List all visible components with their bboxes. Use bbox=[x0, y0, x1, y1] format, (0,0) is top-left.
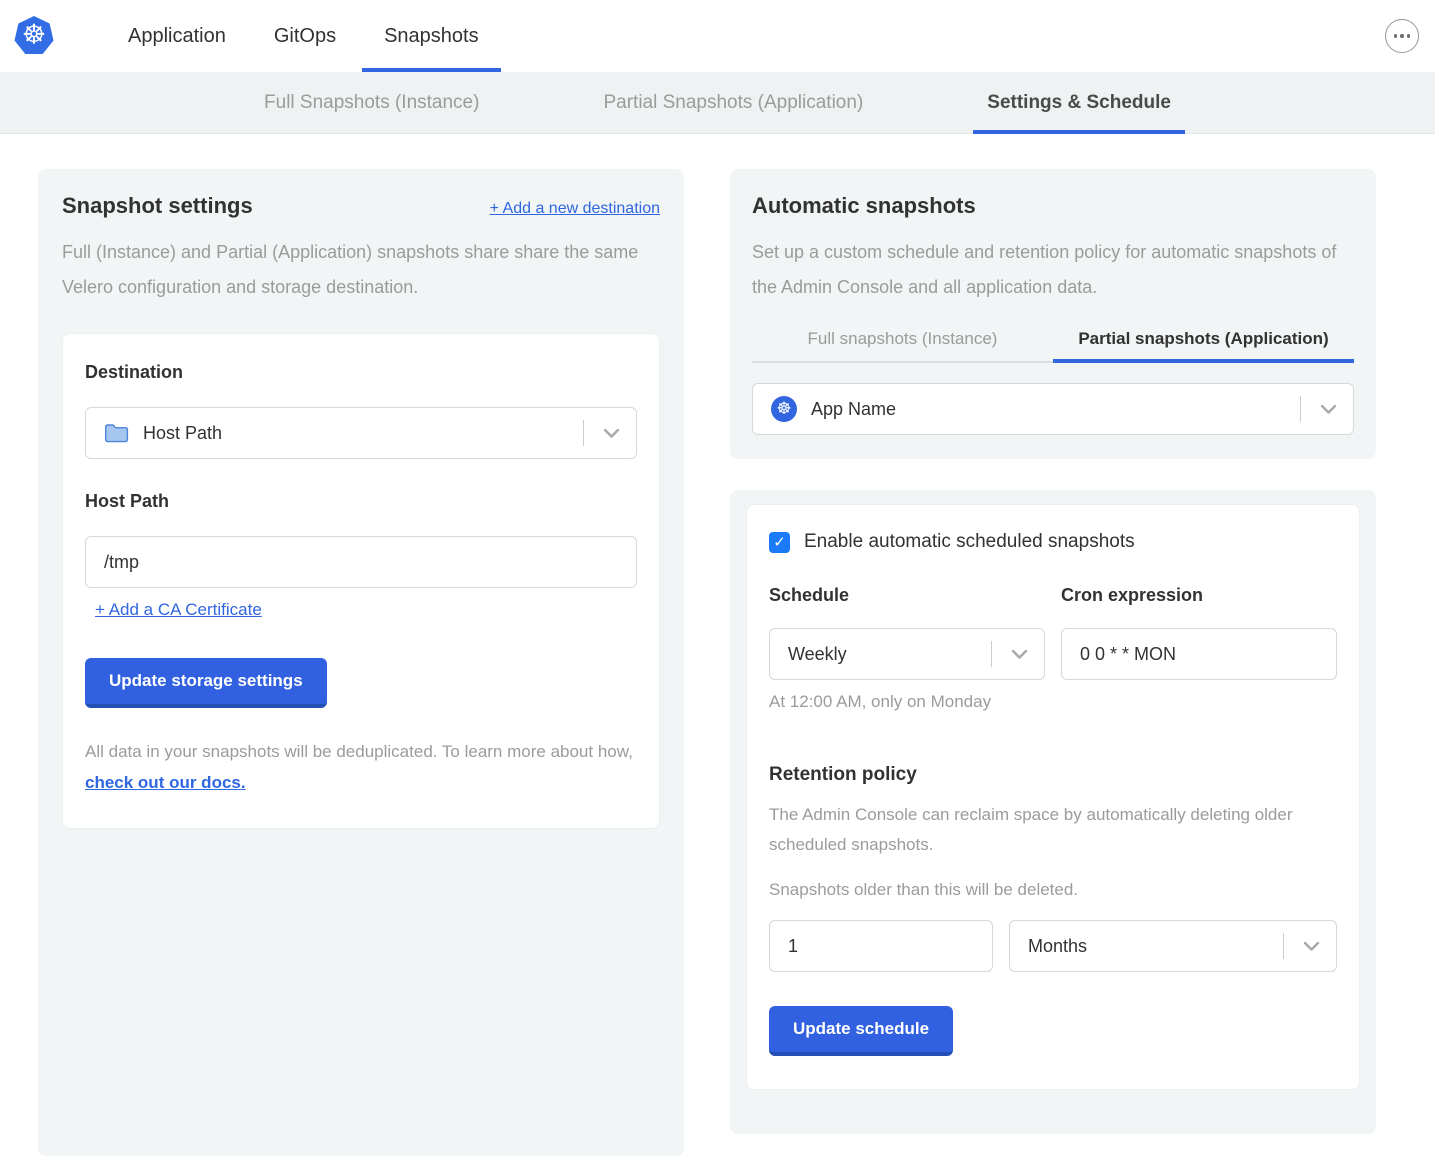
kubernetes-logo-icon[interactable]: ☸ bbox=[14, 14, 54, 58]
automatic-snapshots-panel: Automatic snapshots Set up a custom sche… bbox=[730, 169, 1376, 459]
cron-human-readable: At 12:00 AM, only on Monday bbox=[769, 692, 1045, 712]
overflow-menu-button[interactable] bbox=[1385, 19, 1419, 53]
chevron-down-icon bbox=[1011, 649, 1028, 660]
retention-amount-input[interactable] bbox=[769, 920, 993, 972]
scope-tab-full-instance[interactable]: Full snapshots (Instance) bbox=[752, 329, 1053, 363]
automatic-snapshots-description: Set up a custom schedule and retention p… bbox=[752, 235, 1352, 305]
storage-settings-card: Destination Host Path Host Path bbox=[62, 333, 660, 829]
app-select-value: App Name bbox=[811, 399, 896, 420]
checkbox-checked-icon[interactable]: ✓ bbox=[769, 532, 790, 553]
folder-icon bbox=[104, 423, 129, 444]
schedule-label: Schedule bbox=[769, 585, 1045, 606]
main-content: Snapshot settings + Add a new destinatio… bbox=[0, 169, 1435, 1156]
enable-snapshots-checkbox-row[interactable]: ✓ Enable automatic scheduled snapshots bbox=[769, 531, 1337, 553]
host-path-label: Host Path bbox=[85, 491, 637, 512]
add-ca-certificate-link[interactable]: + Add a CA Certificate bbox=[95, 600, 262, 620]
select-divider bbox=[583, 420, 584, 446]
right-column: Automatic snapshots Set up a custom sche… bbox=[730, 169, 1376, 1156]
chevron-down-icon bbox=[1303, 941, 1320, 952]
nav-item-snapshots[interactable]: Snapshots bbox=[362, 0, 501, 72]
update-storage-settings-button[interactable]: Update storage settings bbox=[85, 658, 327, 708]
retention-policy-description: The Admin Console can reclaim space by a… bbox=[769, 800, 1309, 860]
tab-settings-schedule[interactable]: Settings & Schedule bbox=[973, 72, 1185, 133]
ellipsis-dot bbox=[1407, 34, 1411, 38]
schedule-interval-select[interactable]: Weekly bbox=[769, 628, 1045, 680]
scope-tab-partial-application[interactable]: Partial snapshots (Application) bbox=[1053, 329, 1354, 363]
ellipsis-dot bbox=[1400, 34, 1404, 38]
nav-item-gitops[interactable]: GitOps bbox=[252, 0, 358, 72]
docs-link[interactable]: check out our docs. bbox=[85, 773, 246, 792]
host-path-input[interactable] bbox=[85, 536, 637, 588]
snapshot-settings-panel: Snapshot settings + Add a new destinatio… bbox=[38, 169, 684, 1156]
snapshot-scope-tabs: Full snapshots (Instance) Partial snapsh… bbox=[752, 329, 1354, 363]
update-schedule-button[interactable]: Update schedule bbox=[769, 1006, 953, 1056]
snapshot-settings-description: Full (Instance) and Partial (Application… bbox=[62, 235, 660, 305]
ellipsis-dot bbox=[1394, 34, 1398, 38]
snapshot-settings-title: Snapshot settings bbox=[62, 193, 253, 219]
dedup-note-text: All data in your snapshots will be dedup… bbox=[85, 742, 633, 761]
app-kubernetes-icon: ☸ bbox=[771, 396, 797, 422]
tab-full-snapshots-instance[interactable]: Full Snapshots (Instance) bbox=[250, 72, 493, 133]
top-nav-items: Application GitOps Snapshots bbox=[106, 0, 505, 72]
destination-select-value: Host Path bbox=[143, 423, 222, 444]
helm-wheel-glyph: ☸ bbox=[22, 21, 46, 48]
destination-label: Destination bbox=[85, 362, 637, 383]
schedule-interval-value: Weekly bbox=[788, 644, 847, 665]
tab-partial-snapshots-application[interactable]: Partial Snapshots (Application) bbox=[589, 72, 877, 133]
cron-expression-input[interactable] bbox=[1061, 628, 1337, 680]
automatic-snapshots-title: Automatic snapshots bbox=[752, 193, 1354, 219]
destination-select[interactable]: Host Path bbox=[85, 407, 637, 459]
enable-snapshots-label: Enable automatic scheduled snapshots bbox=[804, 531, 1135, 553]
dedup-note: All data in your snapshots will be dedup… bbox=[85, 736, 637, 798]
schedule-outer-panel: ✓ Enable automatic scheduled snapshots S… bbox=[730, 490, 1376, 1134]
retention-unit-value: Months bbox=[1028, 936, 1087, 957]
select-divider bbox=[1300, 396, 1301, 422]
retention-unit-select[interactable]: Months bbox=[1009, 920, 1337, 972]
retention-hint: Snapshots older than this will be delete… bbox=[769, 880, 1337, 900]
cron-expression-label: Cron expression bbox=[1061, 585, 1337, 606]
snapshots-subnav: Full Snapshots (Instance) Partial Snapsh… bbox=[0, 72, 1435, 134]
select-divider bbox=[1283, 933, 1284, 959]
chevron-down-icon bbox=[603, 428, 620, 439]
retention-policy-title: Retention policy bbox=[769, 764, 1337, 786]
schedule-card: ✓ Enable automatic scheduled snapshots S… bbox=[746, 504, 1360, 1090]
select-divider bbox=[991, 641, 992, 667]
nav-item-application[interactable]: Application bbox=[106, 0, 248, 72]
add-new-destination-link[interactable]: + Add a new destination bbox=[490, 200, 660, 218]
top-nav: ☸ Application GitOps Snapshots bbox=[0, 0, 1435, 72]
chevron-down-icon bbox=[1320, 404, 1337, 415]
app-select[interactable]: ☸ App Name bbox=[752, 383, 1354, 435]
